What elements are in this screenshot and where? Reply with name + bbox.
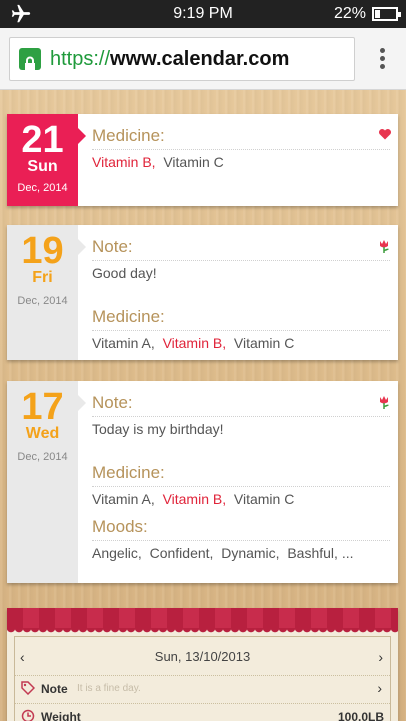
prev-day-icon[interactable]: ‹ [20, 649, 25, 665]
date-navigator: ‹ Sun, 13/10/2013 › [15, 649, 390, 669]
month-year: Dec, 2014 [17, 451, 68, 463]
browser-toolbar: https://www.calendar.com [0, 28, 406, 90]
tag-icon [21, 681, 35, 695]
card-banner [7, 608, 398, 628]
entry-card[interactable]: 21 Sun Dec, 2014 Medicine: Vitamin B, Vi… [7, 114, 398, 206]
next-day-icon[interactable]: › [378, 649, 383, 665]
chevron-right-icon: › [377, 680, 382, 696]
date-badge: 21 Sun Dec, 2014 [7, 114, 78, 206]
note-text: Today is my birthday! [92, 421, 224, 437]
medicine-list: Vitamin A, Vitamin B, Vitamin C [92, 335, 295, 351]
date-badge: 17 Wed Dec, 2014 [7, 381, 78, 583]
day-number: 17 [21, 386, 64, 428]
overflow-menu-icon[interactable] [380, 48, 386, 70]
day-number: 19 [21, 230, 64, 272]
month-year: Dec, 2014 [17, 295, 68, 307]
weight-row[interactable]: Weight 100.0LB [15, 703, 390, 721]
weekday: Fri [32, 269, 53, 286]
medicine-list: Vitamin A, Vitamin B, Vitamin C [92, 491, 295, 507]
status-bar: 9:19 PM 22% [0, 0, 406, 28]
address-bar[interactable]: https://www.calendar.com [9, 37, 355, 81]
tulip-icon [380, 240, 389, 253]
weekday: Sun [27, 158, 58, 175]
section-title: Medicine: [92, 437, 390, 487]
battery-percent: 22% [333, 5, 366, 22]
weekday: Wed [25, 425, 60, 442]
section-title: Note: [92, 225, 390, 261]
heart-icon [378, 128, 392, 140]
daily-detail-card: ‹ Sun, 13/10/2013 › Note It is a fine da… [7, 608, 398, 721]
note-placeholder: It is a fine day. [77, 683, 141, 694]
lock-icon [19, 48, 41, 71]
clock-icon [21, 709, 35, 721]
current-date: Sun, 13/10/2013 [154, 649, 251, 664]
tulip-icon [380, 396, 389, 409]
day-number: 21 [21, 119, 64, 161]
note-text: Good day! [92, 265, 157, 281]
date-badge: 19 Fri Dec, 2014 [7, 225, 78, 360]
medicine-list: Vitamin B, Vitamin C [92, 154, 224, 170]
entry-card[interactable]: 19 Fri Dec, 2014 Note: Good day! Medicin… [7, 225, 398, 360]
moods-list: Angelic, Confident, Dynamic, Bashful, ..… [92, 545, 354, 561]
entry-card[interactable]: 17 Wed Dec, 2014 Note: Today is my birth… [7, 381, 398, 583]
weight-value: 100.0LB [337, 710, 384, 721]
section-title: Moods: [92, 507, 390, 541]
section-title: Note: [92, 381, 390, 417]
weight-label: Weight [41, 710, 81, 721]
note-row[interactable]: Note It is a fine day. › [15, 675, 390, 701]
battery-icon [372, 7, 401, 21]
section-title: Medicine: [92, 281, 390, 331]
month-year: Dec, 2014 [17, 182, 68, 194]
note-label: Note [41, 682, 68, 696]
section-title: Medicine: [92, 114, 390, 150]
url-text: https://www.calendar.com [50, 48, 290, 70]
